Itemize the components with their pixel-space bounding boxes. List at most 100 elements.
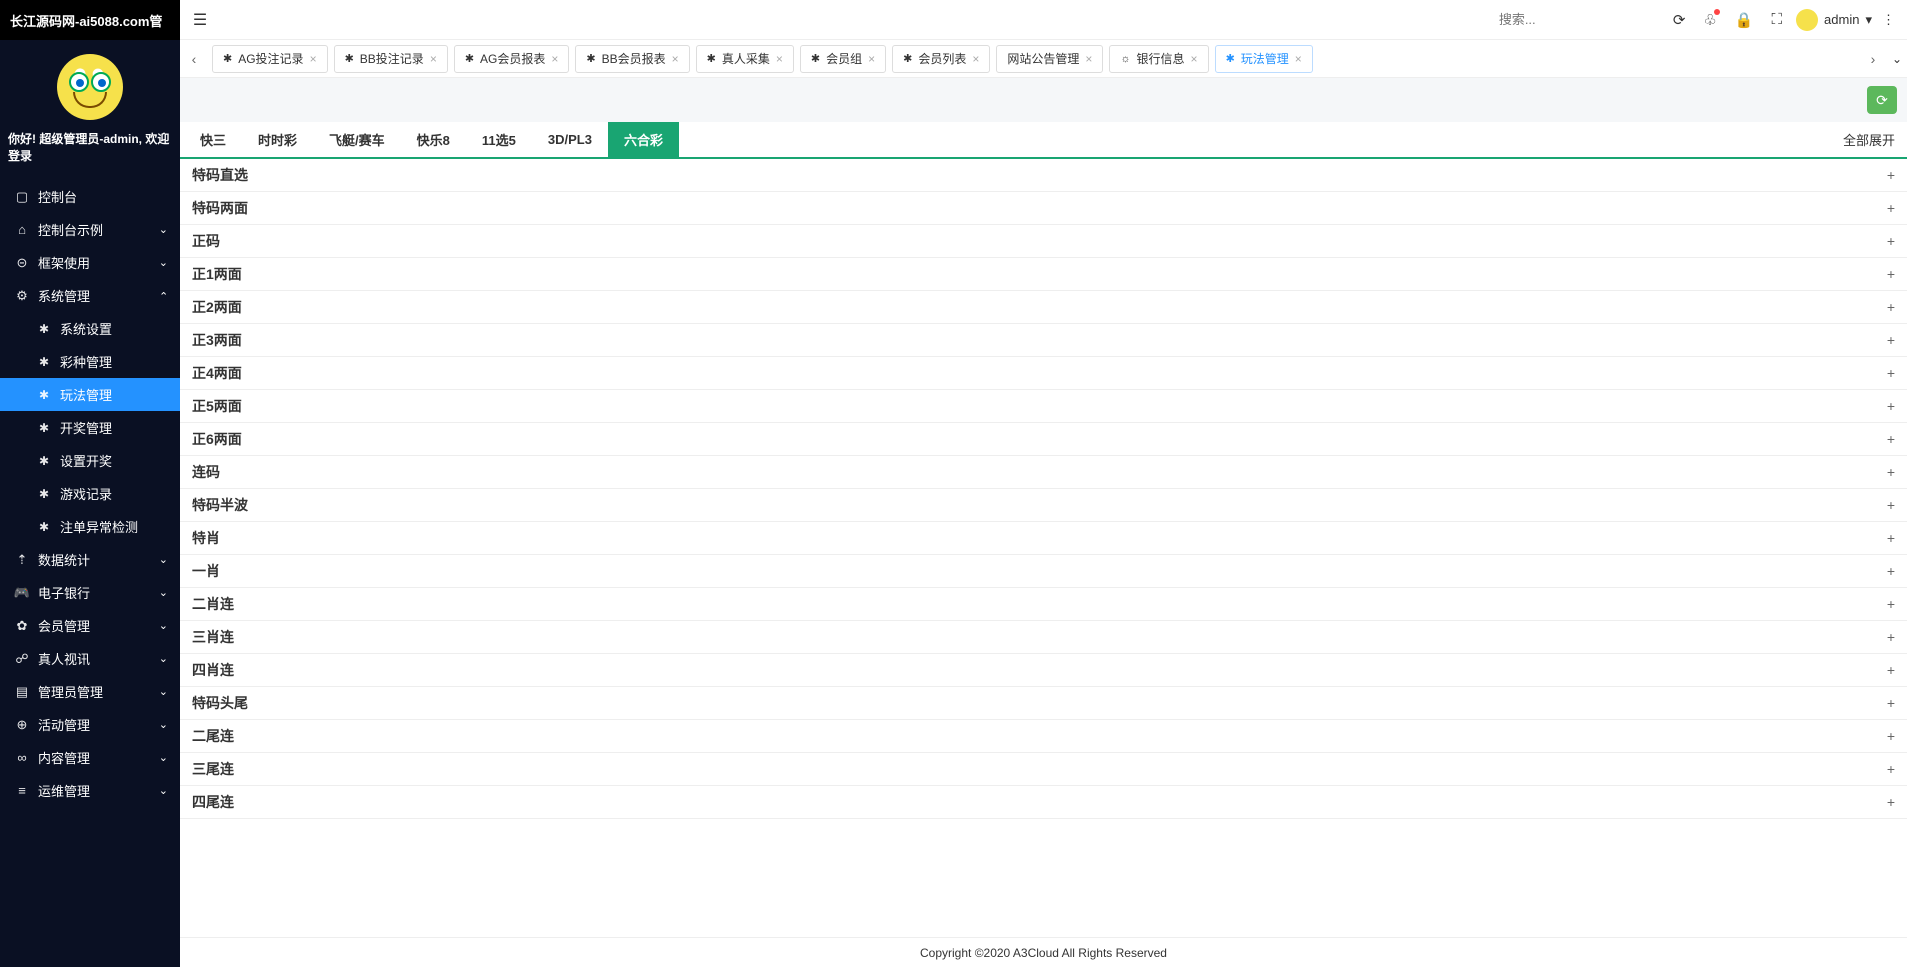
- accordion-label: 正6两面: [192, 429, 242, 449]
- category-tab-5[interactable]: 3D/PL3: [532, 124, 608, 155]
- category-tab-6[interactable]: 六合彩: [608, 122, 679, 157]
- nav-sub-item-3[interactable]: ✱开奖管理: [0, 411, 180, 444]
- more-icon[interactable]: ⋮: [1882, 12, 1895, 28]
- lock-icon[interactable]: 🔒: [1735, 11, 1754, 29]
- tab-icon: ✱: [465, 52, 474, 65]
- accordion-label: 特码头尾: [192, 693, 248, 713]
- nav-sub-item-2[interactable]: ✱玩法管理: [0, 378, 180, 411]
- tab-0[interactable]: ✱AG投注记录×: [212, 45, 328, 73]
- accordion-label: 二肖连: [192, 594, 234, 614]
- nav-item-5[interactable]: 🎮电子银行⌄: [0, 576, 180, 609]
- category-tab-4[interactable]: 11选5: [466, 122, 532, 157]
- nav-sub-item-6[interactable]: ✱注单异常检测: [0, 510, 180, 543]
- accordion-item-6[interactable]: 正4两面+: [180, 357, 1907, 390]
- category-tab-1[interactable]: 时时彩: [242, 122, 313, 157]
- category-tab-2[interactable]: 飞艇/赛车: [313, 122, 401, 157]
- refresh-button[interactable]: ⟳: [1867, 86, 1897, 114]
- close-icon[interactable]: ×: [1191, 52, 1198, 66]
- close-icon[interactable]: ×: [972, 52, 979, 66]
- tab-5[interactable]: ✱会员组×: [800, 45, 886, 73]
- plus-icon: +: [1887, 266, 1895, 282]
- close-icon[interactable]: ×: [430, 52, 437, 66]
- user-menu[interactable]: admin ▾: [1796, 9, 1872, 31]
- tab-1[interactable]: ✱BB投注记录×: [334, 45, 448, 73]
- accordion-item-7[interactable]: 正5两面+: [180, 390, 1907, 423]
- nav-sub-item-4[interactable]: ✱设置开奖: [0, 444, 180, 477]
- search-input[interactable]: [1495, 6, 1655, 33]
- tab-4[interactable]: ✱真人采集×: [696, 45, 794, 73]
- close-icon[interactable]: ×: [868, 52, 875, 66]
- accordion-item-12[interactable]: 一肖 +: [180, 555, 1907, 588]
- close-icon[interactable]: ×: [672, 52, 679, 66]
- tab-icon: ✱: [345, 52, 354, 65]
- nav-item-0[interactable]: ▢控制台: [0, 180, 180, 213]
- content-scroll[interactable]: 特码直选+特码两面+正码+正1两面+正2两面+正3两面+正4两面+正5两面+正6…: [180, 159, 1907, 937]
- menu-toggle-icon[interactable]: ☰: [180, 0, 220, 40]
- fullscreen-icon[interactable]: ⛶: [1772, 11, 1783, 28]
- tab-7[interactable]: 网站公告管理×: [996, 45, 1103, 73]
- nav-item-6[interactable]: ✿会员管理⌄: [0, 609, 180, 642]
- footer: Copyright ©2020 A3Cloud All Rights Reser…: [180, 937, 1907, 967]
- tab-6[interactable]: ✱会员列表×: [892, 45, 990, 73]
- nav-sub-item-1[interactable]: ✱彩种管理: [0, 345, 180, 378]
- accordion-item-11[interactable]: 特肖+: [180, 522, 1907, 555]
- accordion-item-17[interactable]: 二尾连+: [180, 720, 1907, 753]
- close-icon[interactable]: ×: [551, 52, 558, 66]
- nav-item-8[interactable]: ▤管理员管理⌄: [0, 675, 180, 708]
- nav-item-7[interactable]: ☍真人视讯⌄: [0, 642, 180, 675]
- nav-item-10[interactable]: ∞内容管理⌄: [0, 741, 180, 774]
- category-tab-0[interactable]: 快三: [184, 122, 242, 157]
- bullet-icon: ✱: [36, 322, 52, 336]
- nav-item-3[interactable]: ⚙系统管理⌄: [0, 279, 180, 312]
- tab-3[interactable]: ✱BB会员报表×: [575, 45, 689, 73]
- nav-label: 数据统计: [38, 550, 90, 569]
- nav-sub-item-0[interactable]: ✱系统设置: [0, 312, 180, 345]
- close-icon[interactable]: ×: [776, 52, 783, 66]
- bell-icon[interactable]: ♧: [1703, 11, 1716, 29]
- tab-8[interactable]: ☼银行信息×: [1109, 45, 1208, 73]
- nav-item-11[interactable]: ≡运维管理⌄: [0, 774, 180, 807]
- accordion-item-2[interactable]: 正码+: [180, 225, 1907, 258]
- accordion-item-8[interactable]: 正6两面+: [180, 423, 1907, 456]
- nav-icon: ⊝: [14, 255, 30, 271]
- bullet-icon: ✱: [36, 388, 52, 402]
- nav-item-2[interactable]: ⊝框架使用⌄: [0, 246, 180, 279]
- nav-item-1[interactable]: ⌂控制台示例⌄: [0, 213, 180, 246]
- nav-icon: ⊕: [14, 717, 30, 733]
- accordion-item-1[interactable]: 特码两面+: [180, 192, 1907, 225]
- close-icon[interactable]: ×: [1085, 52, 1092, 66]
- tab-9[interactable]: ✱玩法管理×: [1215, 45, 1313, 73]
- tab-icon: ☼: [1120, 53, 1130, 65]
- nav-item-4[interactable]: ⇡数据统计⌄: [0, 543, 180, 576]
- accordion-item-19[interactable]: 四尾连+: [180, 786, 1907, 819]
- accordion-item-14[interactable]: 三肖连+: [180, 621, 1907, 654]
- expand-all-button[interactable]: 全部展开: [1831, 122, 1907, 157]
- accordion-item-4[interactable]: 正2两面+: [180, 291, 1907, 324]
- tabs-scroll-left[interactable]: ‹: [180, 40, 208, 77]
- accordion-item-15[interactable]: 四肖连+: [180, 654, 1907, 687]
- accordion-label: 正2两面: [192, 297, 242, 317]
- close-icon[interactable]: ×: [310, 52, 317, 66]
- tabs-row: ‹ ✱AG投注记录×✱BB投注记录×✱AG会员报表×✱BB会员报表×✱真人采集×…: [180, 40, 1907, 78]
- accordion-item-16[interactable]: 特码头尾+: [180, 687, 1907, 720]
- close-icon[interactable]: ×: [1295, 52, 1302, 66]
- accordion-item-3[interactable]: 正1两面+: [180, 258, 1907, 291]
- accordion-item-5[interactable]: 正3两面+: [180, 324, 1907, 357]
- accordion-item-9[interactable]: 连码+: [180, 456, 1907, 489]
- tabs-dropdown-icon[interactable]: ⌄: [1887, 40, 1907, 77]
- accordion-item-13[interactable]: 二肖连+: [180, 588, 1907, 621]
- plus-icon: +: [1887, 794, 1895, 810]
- chevron-down-icon: ⌄: [159, 553, 168, 566]
- plus-icon: +: [1887, 563, 1895, 579]
- accordion-item-10[interactable]: 特码半波+: [180, 489, 1907, 522]
- nav-sub-item-5[interactable]: ✱游戏记录: [0, 477, 180, 510]
- avatar: [57, 54, 123, 120]
- accordion-label: 一肖: [192, 561, 220, 581]
- nav-item-9[interactable]: ⊕活动管理⌄: [0, 708, 180, 741]
- refresh-icon[interactable]: ⟳: [1673, 11, 1686, 29]
- tab-2[interactable]: ✱AG会员报表×: [454, 45, 570, 73]
- accordion-item-0[interactable]: 特码直选+: [180, 159, 1907, 192]
- tabs-scroll-right[interactable]: ›: [1859, 40, 1887, 77]
- category-tab-3[interactable]: 快乐8: [401, 122, 466, 157]
- accordion-item-18[interactable]: 三尾连+: [180, 753, 1907, 786]
